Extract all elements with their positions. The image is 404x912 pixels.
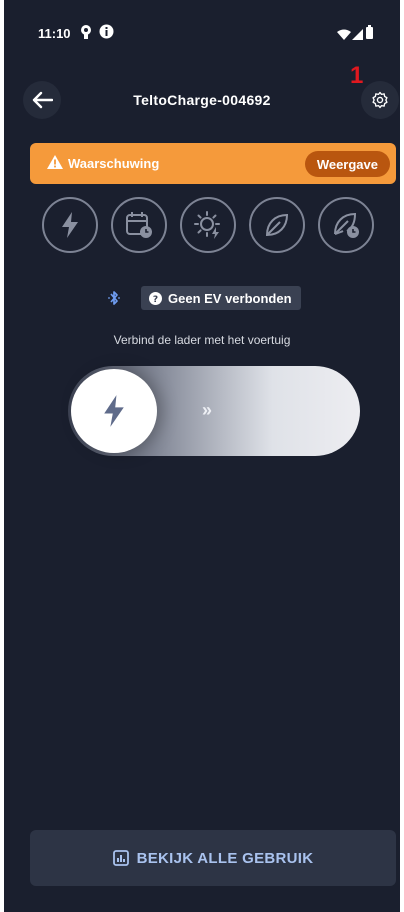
warning-label: Waarschuwing	[68, 156, 160, 171]
back-button[interactable]	[23, 81, 61, 119]
eco-leaf-icon	[263, 211, 291, 239]
lightning-icon	[103, 395, 125, 427]
question-circle-icon: ?	[149, 291, 162, 305]
annotation-number: 1	[350, 62, 364, 89]
mode-button-eco[interactable]	[249, 197, 305, 253]
status-bar: 11:10	[4, 0, 400, 66]
info-badge-icon	[99, 24, 114, 44]
warning-triangle-icon	[47, 155, 63, 174]
charging-mode-selector	[4, 192, 400, 258]
warning-banner[interactable]: Waarschuwing Weergave	[30, 143, 396, 184]
bluetooth-icon	[108, 290, 120, 311]
connect-hint: Verbind de lader met het voertuig	[113, 333, 291, 347]
svg-text:?: ?	[153, 295, 158, 305]
mode-button-schedule[interactable]	[111, 197, 167, 253]
settings-button[interactable]	[361, 81, 399, 119]
page-title: TeltoCharge-004692	[133, 92, 271, 108]
view-all-usage-label: BEKIJK ALLE GEBRUIK	[136, 849, 314, 867]
status-time: 11:10	[38, 26, 71, 41]
arrow-left-icon	[31, 91, 53, 109]
location-pin-icon	[80, 24, 92, 45]
mode-button-solar[interactable]	[180, 197, 236, 253]
signal-icon	[352, 27, 363, 45]
mode-button-eco-plus[interactable]	[318, 197, 374, 253]
wifi-icon	[337, 27, 351, 45]
mode-button-instant[interactable]	[42, 197, 98, 253]
lightning-icon	[61, 212, 79, 238]
chart-icon	[112, 850, 129, 866]
top-app-bar: TeltoCharge-004692	[4, 70, 400, 134]
swipe-to-charge-slider[interactable]: ››	[68, 366, 360, 456]
app-screen: 11:10 TeltoCharge-004692 1 Waarschuwing …	[4, 0, 400, 912]
connection-status-row: ? Geen EV verbonden	[4, 286, 400, 312]
status-badge-label: Geen EV verbonden	[168, 290, 292, 306]
gear-icon	[371, 91, 389, 109]
battery-icon	[366, 25, 373, 44]
schedule-icon	[124, 210, 154, 240]
view-warning-button[interactable]: Weergave	[304, 151, 390, 177]
slider-knob[interactable]	[71, 369, 157, 453]
view-all-usage-button[interactable]: BEKIJK ALLE GEBRUIK	[30, 830, 396, 886]
solar-icon	[193, 210, 223, 240]
eco-leaf-plus-icon	[331, 210, 361, 240]
chevron-right-icon: ››	[202, 400, 212, 420]
status-badge: ? Geen EV verbonden	[141, 286, 301, 310]
